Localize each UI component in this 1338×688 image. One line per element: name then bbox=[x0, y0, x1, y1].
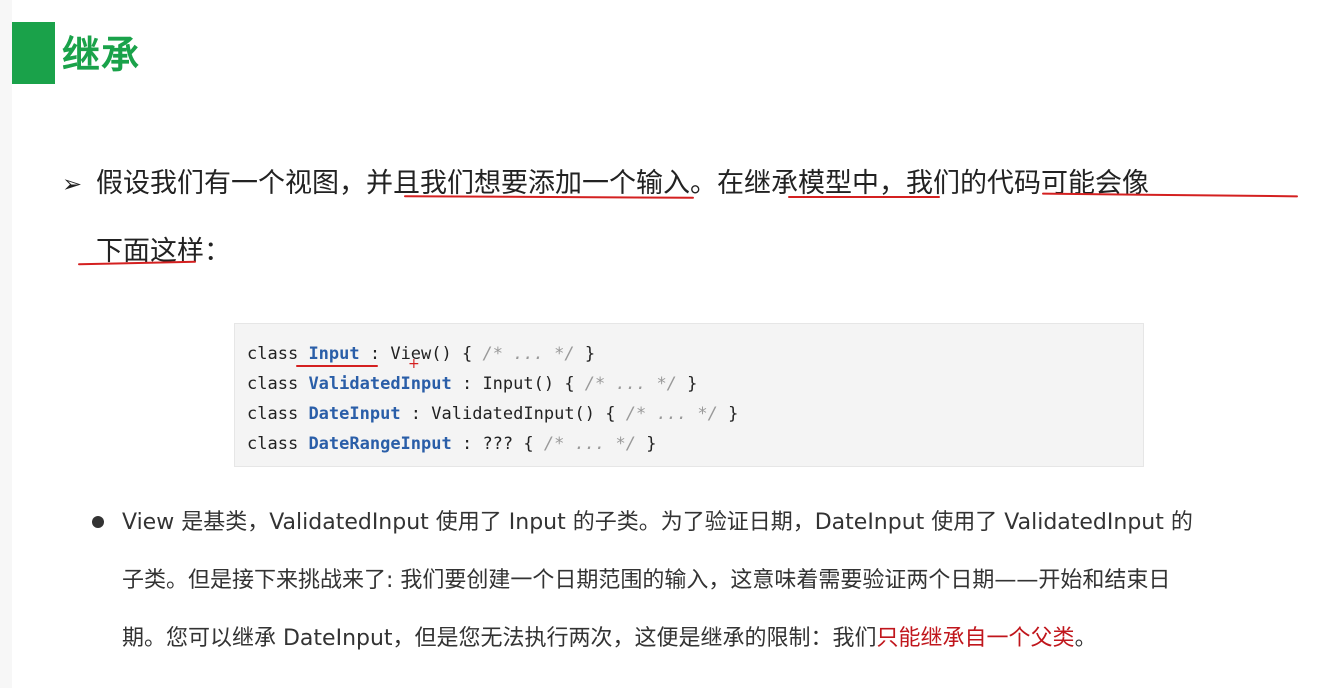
bullet-2-text: 。 bbox=[1074, 626, 1097, 651]
bullet-2-text: 期。您可以继承 DateInput，但是您无法执行两次，这便是继承的限制：我们 bbox=[122, 626, 877, 651]
code-text: } bbox=[635, 434, 657, 454]
code-comment: /* ... */ bbox=[625, 404, 718, 424]
code-text: : View() { bbox=[359, 344, 483, 364]
code-keyword: class bbox=[247, 434, 299, 454]
slide: 继承 ➢ 假设我们有一个视图，并且我们想要添加一个输入。在继承模型中，我们的代码… bbox=[12, 0, 1338, 688]
code-line: class DateRangeInput : ??? { /* ... */ } bbox=[247, 429, 1143, 459]
code-text: } bbox=[717, 404, 739, 424]
dot-bullet-icon bbox=[92, 516, 104, 528]
slide-title: 继承 bbox=[62, 33, 141, 77]
arrow-bullet-icon: ➢ bbox=[62, 170, 83, 198]
code-line: class ValidatedInput : Input() { /* ... … bbox=[247, 369, 1143, 399]
highlighted-text: 只能继承自一个父类 bbox=[876, 626, 1075, 651]
code-class-name: DateInput bbox=[308, 404, 401, 424]
code-text: } bbox=[574, 344, 596, 364]
annotation-underline bbox=[296, 365, 378, 367]
code-keyword: class bbox=[247, 374, 299, 394]
code-text: } bbox=[676, 374, 698, 394]
code-line: class Input : View() { /* ... */ } bbox=[247, 339, 1143, 369]
code-text: : Input() { bbox=[451, 374, 585, 394]
bullet-1-line-2: 下面这样： bbox=[96, 236, 231, 267]
code-comment: /* ... */ bbox=[543, 434, 636, 454]
code-class-name: Input bbox=[308, 344, 360, 364]
code-comment: /* ... */ bbox=[584, 374, 677, 394]
bullet-2-line-1: View 是基类，ValidatedInput 使用了 Input 的子类。为了… bbox=[122, 510, 1193, 535]
bullet-2-line-3: 期。您可以继承 DateInput，但是您无法执行两次，这便是继承的限制：我们只… bbox=[92, 610, 1272, 668]
code-class-name: DateRangeInput bbox=[308, 434, 452, 454]
bullet-paragraph-2: View 是基类，ValidatedInput 使用了 Input 的子类。为了… bbox=[92, 494, 1272, 668]
title-accent-bar bbox=[12, 22, 55, 84]
code-text: : ValidatedInput() { bbox=[400, 404, 626, 424]
bullet-2-line-2: 子类。但是接下来挑战来了: 我们要创建一个日期范围的输入，这意味着需要验证两个日… bbox=[122, 568, 1171, 593]
code-text: : ??? { bbox=[451, 434, 544, 454]
code-class-name: ValidatedInput bbox=[308, 374, 452, 394]
code-line: class DateInput : ValidatedInput() { /* … bbox=[247, 399, 1143, 429]
annotation-underline bbox=[788, 196, 940, 198]
code-block: class Input : View() { /* ... */ } class… bbox=[234, 323, 1144, 467]
code-keyword: class bbox=[247, 344, 299, 364]
bullet-paragraph-1: ➢ 假设我们有一个视图，并且我们想要添加一个输入。在继承模型中，我们的代码可能会… bbox=[62, 150, 1302, 286]
code-keyword: class bbox=[247, 404, 299, 424]
mouse-cursor-icon: + bbox=[408, 356, 420, 372]
code-comment: /* ... */ bbox=[482, 344, 575, 364]
bullet-1-line-1: 假设我们有一个视图，并且我们想要添加一个输入。在继承模型中，我们的代码可能会像 bbox=[96, 168, 1149, 199]
